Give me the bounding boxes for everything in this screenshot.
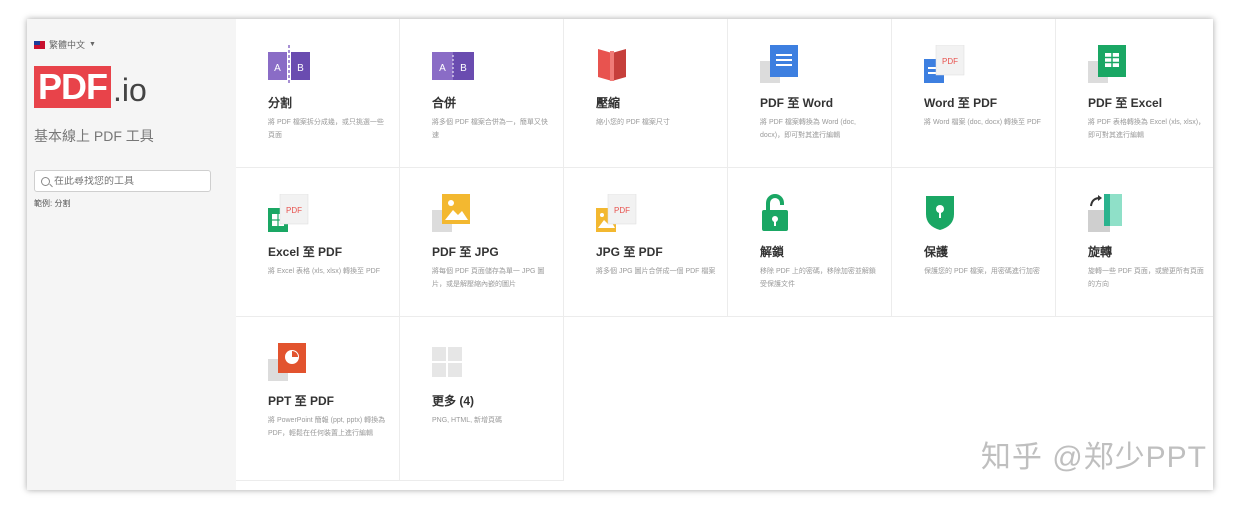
search-input[interactable]: [54, 175, 204, 187]
svg-text:A: A: [439, 63, 446, 74]
rotate-icon: [1088, 194, 1122, 232]
tool-title: PDF 至 Word: [760, 96, 834, 110]
tool-desc: 移除 PDF 上的密碼，移除加密並解鎖受保護文件: [760, 268, 876, 288]
search-box[interactable]: [34, 170, 211, 192]
unlock-icon: [762, 194, 788, 231]
tool-desc: 將 PDF 表格轉換為 Excel (xls, xlsx)，即可對其進行編輯: [1088, 119, 1206, 139]
tool-card-jpg-to-pdf[interactable]: PDF JPG 至 PDF 將多個 JPG 圖片合併成一個 PDF 檔案: [564, 168, 728, 317]
tool-title: PDF 至 Excel: [1088, 96, 1163, 110]
tool-desc: 縮小您的 PDF 檔案尺寸: [596, 119, 670, 126]
tool-desc: 將 Excel 表格 (xls, xlsx) 轉換至 PDF: [268, 268, 381, 275]
tool-card-rotate[interactable]: 旋轉 旋轉一些 PDF 頁面，或變更所有頁面的方向: [1056, 168, 1213, 317]
tool-card-ppt-to-pdf[interactable]: PPT 至 PDF 將 PowerPoint 簡報 (ppt, pptx) 轉換…: [236, 317, 400, 481]
excel-to-pdf-icon: PDF: [268, 194, 309, 232]
tool-card-split[interactable]: A B 分割 將 PDF 檔案拆分成幾，或只挑選一些頁面: [236, 19, 400, 168]
tool-title: Word 至 PDF: [924, 96, 998, 110]
tool-desc: 將多個 JPG 圖片合併成一個 PDF 檔案: [596, 268, 716, 275]
tool-card-pdf-to-jpg[interactable]: PDF 至 JPG 將每個 PDF 頁面儲存為單一 JPG 圖片，或是解壓縮內嵌…: [400, 168, 564, 317]
language-selector[interactable]: 繁體中文 ▼: [34, 38, 96, 51]
tool-card-compress[interactable]: 壓縮 縮小您的 PDF 檔案尺寸: [564, 19, 728, 168]
svg-text:B: B: [297, 63, 304, 74]
tool-desc: 將 Word 檔案 (doc, docx) 轉換至 PDF: [924, 119, 1041, 126]
pdf-to-word-icon: [760, 45, 798, 83]
jpg-to-pdf-icon: PDF: [596, 194, 637, 232]
logo[interactable]: PDF .io: [34, 66, 147, 108]
logo-suffix: .io: [113, 72, 147, 108]
tool-title: 合併: [432, 96, 457, 110]
tool-desc: 旋轉一些 PDF 頁面，或變更所有頁面的方向: [1088, 268, 1204, 288]
tool-desc: PNG, HTML, 新增頁碼: [432, 417, 503, 424]
protect-icon: [926, 196, 954, 230]
tool-card-pdf-to-word[interactable]: PDF 至 Word 將 PDF 檔案轉換為 Word (doc, docx)，…: [728, 19, 892, 168]
tool-title: Excel 至 PDF: [268, 245, 343, 259]
tool-title: 旋轉: [1088, 245, 1113, 259]
watermark: 知乎 @郑少PPT: [980, 441, 1207, 474]
tool-desc: 將多個 PDF 檔案合併為一，簡單又快速: [432, 119, 548, 139]
tool-desc: 將 PowerPoint 簡報 (ppt, pptx) 轉換為 PDF，輕鬆在任…: [268, 417, 386, 437]
logo-main: PDF: [34, 66, 111, 108]
tool-card-more[interactable]: 更多 (4) PNG, HTML, 新增頁碼: [400, 317, 564, 481]
merge-icon: A B: [432, 52, 474, 80]
tool-desc: 保護您的 PDF 檔案，用密碼進行加密: [924, 268, 1040, 275]
tool-title: JPG 至 PDF: [596, 245, 663, 259]
tool-title: 解鎖: [760, 245, 785, 259]
tool-title: 更多 (4): [432, 394, 475, 408]
tool-card-word-to-pdf[interactable]: PDF Word 至 PDF 將 Word 檔案 (doc, docx) 轉換至…: [892, 19, 1056, 168]
tool-card-merge[interactable]: A B 合併 將多個 PDF 檔案合併為一，簡單又快速: [400, 19, 564, 168]
tool-title: 保護: [924, 245, 949, 259]
ppt-to-pdf-icon: [268, 343, 306, 381]
tagline: 基本線上 PDF 工具: [34, 128, 154, 144]
svg-text:PDF: PDF: [942, 57, 958, 66]
svg-text:PDF: PDF: [286, 206, 302, 215]
sidebar: 繁體中文 ▼ PDF .io 基本線上 PDF 工具 範例: 分割: [27, 19, 236, 490]
split-icon: A B: [268, 45, 310, 83]
taiwan-flag-icon: [34, 40, 45, 49]
tool-desc: 將 PDF 檔案拆分成幾，或只挑選一些頁面: [268, 119, 384, 139]
tool-card-excel-to-pdf[interactable]: PDF Excel 至 PDF 將 Excel 表格 (xls, xlsx) 轉…: [236, 168, 400, 317]
svg-text:B: B: [460, 63, 467, 74]
tool-desc: 將每個 PDF 頁面儲存為單一 JPG 圖片，或是解壓縮內嵌的圖片: [432, 268, 545, 288]
tool-title: PDF 至 JPG: [432, 245, 499, 259]
language-label: 繁體中文: [49, 40, 86, 50]
caret-down-icon: ▼: [89, 41, 96, 48]
tool-card-pdf-to-excel[interactable]: PDF 至 Excel 將 PDF 表格轉換為 Excel (xls, xlsx…: [1056, 19, 1213, 168]
tool-desc: 將 PDF 檔案轉換為 Word (doc, docx)，即可對其進行編輯: [760, 119, 856, 139]
search-example: 範例: 分割: [34, 199, 71, 208]
search-icon: [41, 176, 50, 186]
app-frame: 繁體中文 ▼ PDF .io 基本線上 PDF 工具 範例: 分割 A B 分割…: [27, 19, 1213, 490]
more-icon: [432, 347, 462, 377]
tool-title: 壓縮: [596, 96, 621, 110]
word-to-pdf-icon: PDF: [924, 45, 965, 83]
pdf-to-excel-icon: [1088, 45, 1126, 83]
tool-title: 分割: [268, 96, 293, 110]
tool-card-unlock[interactable]: 解鎖 移除 PDF 上的密碼，移除加密並解鎖受保護文件: [728, 168, 892, 317]
svg-text:A: A: [274, 63, 281, 74]
svg-text:PDF: PDF: [614, 206, 630, 215]
compress-icon: [598, 49, 626, 81]
tool-title: PPT 至 PDF: [268, 394, 335, 408]
pdf-to-jpg-icon: [432, 194, 470, 232]
tool-card-protect[interactable]: 保護 保護您的 PDF 檔案，用密碼進行加密: [892, 168, 1056, 317]
tools-grid: A B 分割 將 PDF 檔案拆分成幾，或只挑選一些頁面 A B 合併 將多個 …: [236, 19, 1213, 490]
